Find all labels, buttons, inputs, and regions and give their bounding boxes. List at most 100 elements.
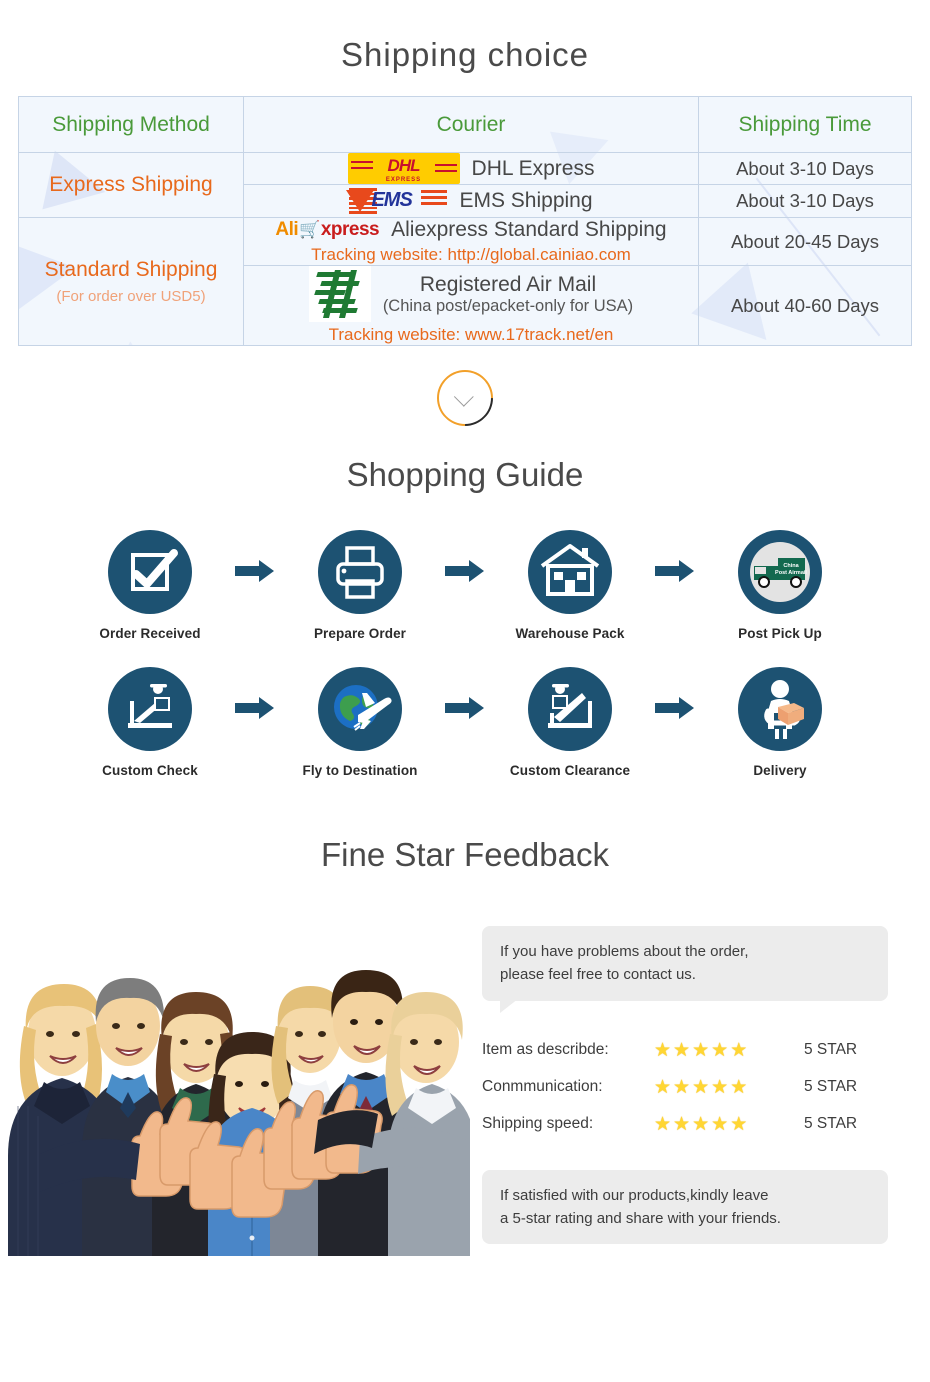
leave-rating-line-2: a 5-star rating and share with your frie… bbox=[500, 1209, 781, 1227]
shipping-time-aliexpress: About 20-45 Days bbox=[698, 217, 912, 266]
courier-name: DHL Express bbox=[471, 156, 595, 180]
feedback-section: If you have problems about the order, pl… bbox=[0, 906, 930, 1256]
courier-name: Aliexpress Standard Shipping bbox=[391, 218, 667, 241]
star-icon: ★ bbox=[673, 1039, 691, 1061]
scroll-down-button[interactable] bbox=[425, 358, 505, 438]
column-header-method: Shipping Method bbox=[18, 96, 244, 153]
courier-cell-airmail: Registered Air Mail (China post/epacket-… bbox=[243, 265, 699, 346]
courier-name: EMS Shipping bbox=[459, 189, 593, 212]
arrow-right-icon bbox=[645, 695, 705, 721]
star-icon: ★ bbox=[730, 1113, 748, 1135]
arrow-right-icon bbox=[435, 695, 495, 721]
star-icon: ★ bbox=[692, 1076, 710, 1098]
guide-step-custom-clearance: Custom Clearance bbox=[495, 667, 645, 778]
dhl-logo: DHL EXPRESS bbox=[347, 153, 460, 184]
star-icon: ★ bbox=[711, 1039, 729, 1061]
star-icon: ★ bbox=[692, 1113, 710, 1135]
star-icon: ★ bbox=[654, 1039, 672, 1061]
customs-clearance-icon bbox=[528, 667, 612, 751]
ems-logo: EMS bbox=[346, 185, 448, 217]
dhl-logo-text: DHL bbox=[387, 156, 421, 175]
guide-step-row-1: Order Received Prepare Order Warehouse P… bbox=[0, 530, 930, 641]
arrow-right-icon bbox=[225, 558, 285, 584]
star-icon: ★ bbox=[711, 1076, 729, 1098]
method-express-shipping: Express Shipping bbox=[18, 152, 244, 218]
customs-scan-icon bbox=[108, 667, 192, 751]
shipping-table-container: Shipping Method Courier Shipping Time Ex… bbox=[18, 96, 912, 346]
guide-step-fly-to-destination: Fly to Destination bbox=[285, 667, 435, 778]
arrow-right-icon bbox=[645, 558, 705, 584]
section-divider bbox=[0, 358, 930, 438]
arrow-right-icon bbox=[435, 558, 495, 584]
courier-cell-dhl: DHL EXPRESS DHL Express bbox=[243, 152, 699, 185]
contact-us-line-2: please feel free to contact us. bbox=[500, 966, 696, 984]
rating-value: 5 STAR bbox=[804, 1115, 858, 1132]
guide-step-label: Order Received bbox=[99, 626, 201, 641]
rating-label: Item as describde: bbox=[482, 1041, 609, 1058]
aliexpress-logo-xpress: xpress bbox=[320, 219, 380, 240]
star-rating-icons: ★ ★ ★ ★ ★ bbox=[654, 1041, 778, 1060]
dhl-logo-subtext: EXPRESS bbox=[385, 177, 422, 183]
shipping-time-airmail: About 40-60 Days bbox=[698, 265, 912, 346]
rating-row-communication: Conmmunication: ★ ★ ★ ★ ★ 5 STAR bbox=[482, 1078, 896, 1097]
tracking-website-cainiao[interactable]: Tracking website: http://global.cainiao.… bbox=[244, 245, 698, 265]
svg-text:China: China bbox=[783, 563, 799, 569]
column-header-time: Shipping Time bbox=[698, 96, 912, 153]
ems-logo-text: EMS bbox=[371, 189, 412, 211]
post-truck-icon: China Post Airmail bbox=[738, 530, 822, 614]
svg-text:Post Airmail: Post Airmail bbox=[775, 570, 807, 576]
guide-step-label: Custom Check bbox=[102, 763, 198, 778]
table-row: Express Shipping DHL EXPRESS DHL Express… bbox=[18, 152, 912, 218]
guide-step-prepare-order: Prepare Order bbox=[285, 530, 435, 641]
star-icon: ★ bbox=[692, 1039, 710, 1061]
star-icon: ★ bbox=[711, 1113, 729, 1135]
guide-step-label: Prepare Order bbox=[313, 626, 407, 641]
table-header-row: Shipping Method Courier Shipping Time bbox=[18, 96, 912, 153]
courier-name-note: (China post/epacket-only for USA) bbox=[382, 296, 634, 315]
checkbox-icon bbox=[108, 530, 192, 614]
method-note: (For order over USD5) bbox=[56, 287, 206, 305]
arrow-right-icon bbox=[225, 695, 285, 721]
warehouse-icon bbox=[528, 530, 612, 614]
star-rating-icons: ★ ★ ★ ★ ★ bbox=[654, 1115, 778, 1134]
guide-step-label: Warehouse Pack bbox=[515, 626, 625, 641]
contact-us-line-1: If you have problems about the order, bbox=[500, 943, 749, 960]
method-label: Standard Shipping bbox=[44, 258, 218, 282]
guide-step-order-received: Order Received bbox=[75, 530, 225, 641]
star-rating-icons: ★ ★ ★ ★ ★ bbox=[654, 1078, 778, 1097]
guide-step-post-pick-up: China Post Airmail Post Pick Up bbox=[705, 530, 855, 641]
guide-step-label: Custom Clearance bbox=[509, 763, 631, 778]
column-header-courier: Courier bbox=[243, 96, 699, 153]
shipping-choice-title: Shipping choice bbox=[341, 36, 589, 73]
rating-value: 5 STAR bbox=[804, 1041, 858, 1058]
shopping-cart-icon: 🛒 bbox=[299, 220, 320, 239]
globe-plane-icon bbox=[318, 667, 402, 751]
guide-step-row-2: Custom Check Fly to Destination Custom C… bbox=[0, 667, 930, 778]
shipping-info-page: Shipping choice Shipping Method Courier … bbox=[0, 0, 930, 1382]
china-post-logo bbox=[308, 266, 371, 322]
shopping-guide-steps: Order Received Prepare Order Warehouse P… bbox=[0, 530, 930, 778]
leave-rating-line-1: If satisfied with our products,kindly le… bbox=[500, 1186, 769, 1204]
shipping-time-dhl: About 3-10 Days bbox=[698, 152, 912, 185]
courier-cell-aliexpress: Ali 🛒 xpress Aliexpress Standard Shippin… bbox=[243, 217, 699, 266]
aliexpress-logo: Ali 🛒 xpress bbox=[275, 219, 379, 241]
star-icon: ★ bbox=[654, 1113, 672, 1135]
star-icon: ★ bbox=[730, 1076, 748, 1098]
guide-step-label: Fly to Destination bbox=[302, 763, 418, 778]
star-icon: ★ bbox=[654, 1076, 672, 1098]
rating-value: 5 STAR bbox=[804, 1078, 858, 1095]
happy-customers-photo bbox=[0, 906, 470, 1256]
guide-step-label: Post Pick Up bbox=[738, 626, 822, 641]
rating-row-item-as-described: Item as describde: ★ ★ ★ ★ ★ 5 STAR bbox=[482, 1041, 896, 1060]
rating-label: Conmmunication: bbox=[482, 1078, 603, 1095]
feedback-title: Fine Star Feedback bbox=[321, 836, 609, 873]
tracking-website-17track[interactable]: Tracking website: www.17track.net/en bbox=[244, 325, 698, 345]
guide-step-warehouse-pack: Warehouse Pack bbox=[495, 530, 645, 641]
delivery-person-icon bbox=[738, 667, 822, 751]
feedback-details: If you have problems about the order, pl… bbox=[470, 906, 930, 1256]
shipping-methods-table: Shipping Method Courier Shipping Time Ex… bbox=[18, 96, 912, 346]
method-standard-shipping: Standard Shipping (For order over USD5) bbox=[18, 217, 244, 346]
guide-step-label: Delivery bbox=[753, 763, 807, 778]
star-icon: ★ bbox=[730, 1039, 748, 1061]
courier-name: Registered Air Mail bbox=[419, 272, 597, 296]
